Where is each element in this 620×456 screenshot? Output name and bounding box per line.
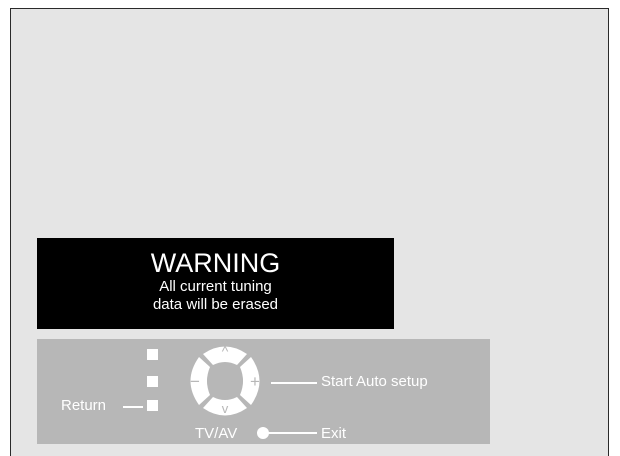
dpad-center-ok xyxy=(207,365,243,397)
warning-dialog: WARNING All current tuning data will be … xyxy=(37,238,394,329)
return-label: Return xyxy=(61,397,107,414)
start-auto-setup-label: Start Auto setup xyxy=(321,373,428,390)
exit-connector-line xyxy=(265,432,317,434)
dpad-up-arrow-icon: ^ xyxy=(222,343,229,359)
warning-message-line-1: All current tuning xyxy=(159,278,272,295)
dpad-minus-icon: − xyxy=(190,372,200,391)
dpad-navigation[interactable]: ^ v − + xyxy=(177,341,273,421)
exit-label: Exit xyxy=(321,425,347,442)
remote-control-panel: Return ^ v − + Start Auto setup TV/AV Ex… xyxy=(37,339,490,444)
return-button[interactable] xyxy=(147,400,158,411)
start-connector-line xyxy=(271,382,317,384)
dpad-plus-icon: + xyxy=(250,372,260,391)
return-connector-line xyxy=(123,406,143,408)
dpad-down-arrow-icon: v xyxy=(222,401,229,416)
tvav-label: TV/AV xyxy=(195,425,238,442)
square-button-middle[interactable] xyxy=(147,376,158,387)
warning-message-line-2: data will be erased xyxy=(152,296,279,313)
square-button-top[interactable] xyxy=(147,349,158,360)
warning-title: WARNING xyxy=(150,248,281,278)
